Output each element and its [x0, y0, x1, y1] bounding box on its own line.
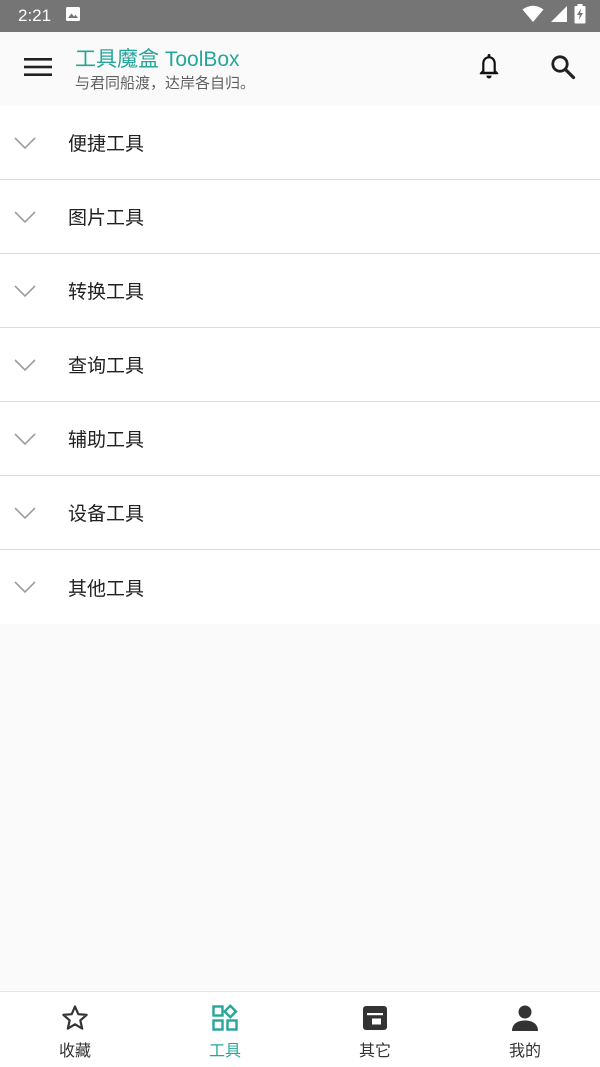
nav-label: 工具 [208, 1041, 241, 1060]
star-icon [60, 1003, 90, 1033]
nav-item-tools[interactable]: 工具 [150, 992, 300, 1067]
app-title: 工具魔盒 ToolBox [75, 48, 240, 71]
tool-category-label: 设备工具 [68, 503, 145, 525]
tool-category-label: 图片工具 [68, 207, 145, 229]
bell-icon [478, 54, 500, 84]
tool-category-label: 便捷工具 [68, 133, 145, 155]
tool-category-label: 辅助工具 [68, 429, 145, 451]
app-subtitle: 与君同船渡，达岸各自归。 [75, 74, 256, 92]
menu-button[interactable] [0, 32, 75, 106]
tray-icon [360, 1003, 390, 1033]
notifications-button[interactable] [452, 32, 526, 106]
nav-item-favorites[interactable]: 收藏 [0, 992, 150, 1067]
tool-category-row[interactable]: 便捷工具 [0, 106, 600, 180]
wifi-icon [522, 5, 544, 27]
tool-category-label: 其他工具 [68, 577, 145, 600]
chevron-down-icon [0, 402, 68, 476]
chevron-down-icon [0, 254, 68, 328]
nav-label: 我的 [508, 1041, 541, 1060]
person-icon [510, 1003, 540, 1033]
cell-signal-icon [550, 5, 568, 27]
tool-category-row[interactable]: 转换工具 [0, 254, 600, 328]
nav-label: 其它 [358, 1041, 391, 1060]
nav-label: 收藏 [58, 1041, 91, 1060]
tool-category-label: 查询工具 [68, 355, 145, 377]
tool-category-row[interactable]: 图片工具 [0, 180, 600, 254]
tool-category-row[interactable]: 辅助工具 [0, 402, 600, 476]
app-bar: 工具魔盒 ToolBox 与君同船渡，达岸各自归。 [0, 32, 600, 106]
search-icon [550, 54, 576, 84]
nav-item-other[interactable]: 其它 [300, 992, 450, 1067]
chevron-down-icon [0, 328, 68, 402]
chevron-down-icon [0, 550, 68, 624]
chevron-down-icon [0, 106, 68, 180]
status-left: 2:21 [18, 6, 81, 26]
tool-category-list: 便捷工具 图片工具 转换工具 查询工具 辅助工具 设备工具 其他工具 [0, 106, 600, 624]
nav-item-profile[interactable]: 我的 [450, 992, 600, 1067]
tool-category-row[interactable]: 查询工具 [0, 328, 600, 402]
tool-category-row[interactable]: 设备工具 [0, 476, 600, 550]
status-time: 2:21 [18, 6, 52, 25]
widgets-icon [210, 1003, 240, 1033]
chevron-down-icon [0, 476, 68, 550]
hamburger-menu-icon [23, 57, 52, 81]
title-block: 工具魔盒 ToolBox 与君同船渡，达岸各自归。 [75, 45, 452, 93]
image-notification-icon [65, 6, 81, 26]
search-button[interactable] [526, 32, 600, 106]
status-bar: 2:21 [0, 0, 600, 32]
status-right [522, 4, 586, 28]
battery-charging-icon [574, 4, 586, 28]
bottom-navigation: 收藏 工具 其它 我的 [0, 991, 600, 1067]
tool-category-row[interactable]: 其他工具 [0, 550, 600, 624]
chevron-down-icon [0, 180, 68, 254]
tool-category-label: 转换工具 [68, 281, 145, 303]
